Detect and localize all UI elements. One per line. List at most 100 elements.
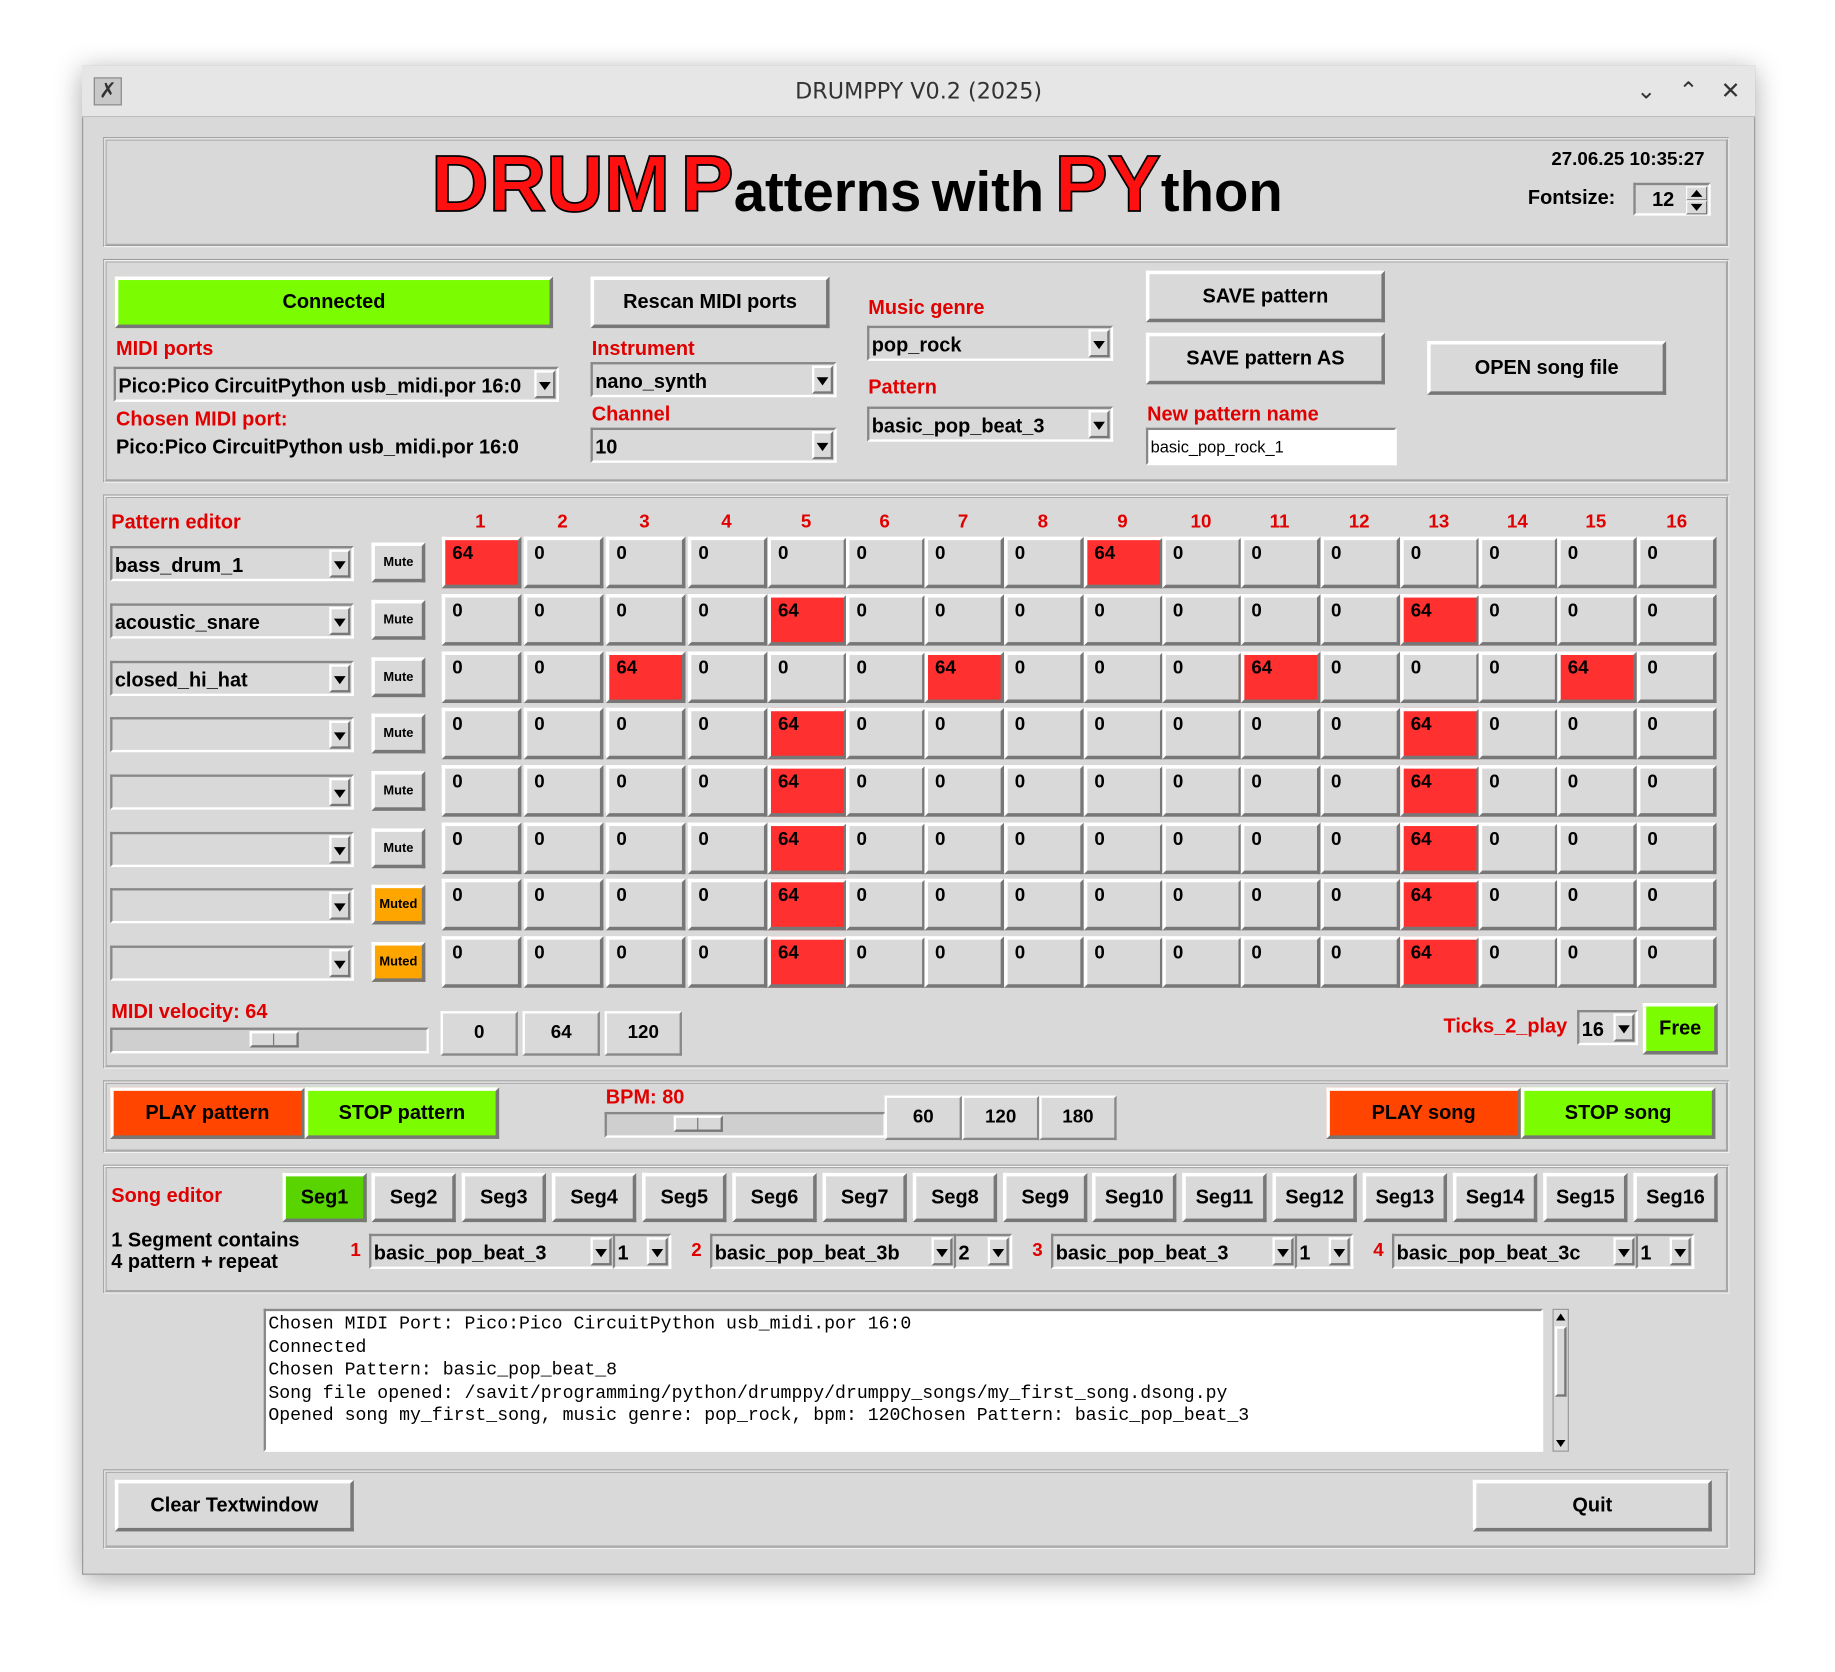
step-cell[interactable]: 64 xyxy=(1400,594,1480,646)
step-cell[interactable]: 0 xyxy=(1478,878,1559,931)
step-cell[interactable]: 0 xyxy=(605,878,686,931)
segment-button-13[interactable]: Seg13 xyxy=(1362,1172,1448,1223)
maximize-icon[interactable]: ⌃ xyxy=(1673,75,1703,105)
step-cell[interactable]: 0 xyxy=(441,936,522,988)
instrument-row-select[interactable]: bass_drum_1 xyxy=(110,546,354,582)
segment-button-11[interactable]: Seg11 xyxy=(1182,1172,1267,1223)
velocity-slider[interactable] xyxy=(110,1027,429,1054)
step-cell[interactable]: 0 xyxy=(687,936,768,988)
segment-button-8[interactable]: Seg8 xyxy=(912,1172,998,1223)
step-cell[interactable]: 0 xyxy=(1320,936,1401,988)
step-cell[interactable]: 64 xyxy=(1240,651,1321,704)
step-cell[interactable]: 0 xyxy=(687,707,768,760)
step-cell[interactable]: 0 xyxy=(605,765,686,817)
scroll-up-icon[interactable] xyxy=(1556,1313,1566,1321)
step-cell[interactable]: 0 xyxy=(1478,707,1559,760)
rescan-midi-button[interactable]: Rescan MIDI ports xyxy=(590,276,830,329)
slot-pattern-select[interactable]: basic_pop_beat_3 xyxy=(1051,1233,1298,1269)
step-cell[interactable]: 0 xyxy=(1636,878,1717,931)
step-cell[interactable]: 64 xyxy=(1400,707,1480,760)
step-cell[interactable]: 0 xyxy=(767,651,848,704)
step-cell[interactable]: 64 xyxy=(767,822,848,875)
step-cell[interactable]: 0 xyxy=(523,707,604,760)
segment-button-3[interactable]: Seg3 xyxy=(461,1172,547,1223)
open-song-button[interactable]: OPEN song file xyxy=(1427,340,1667,395)
step-cell[interactable]: 64 xyxy=(1400,878,1480,931)
step-cell[interactable]: 0 xyxy=(1162,536,1243,589)
quit-button[interactable]: Quit xyxy=(1472,1479,1712,1532)
step-cell[interactable]: 64 xyxy=(441,536,522,589)
step-cell[interactable]: 0 xyxy=(1004,878,1084,931)
connection-status-button[interactable]: Connected xyxy=(114,276,554,329)
chevron-down-icon[interactable] xyxy=(1088,410,1110,439)
step-cell[interactable]: 0 xyxy=(1162,594,1243,646)
step-cell[interactable]: 0 xyxy=(924,822,1005,875)
step-cell[interactable]: 0 xyxy=(924,765,1005,817)
fontsize-spinbox[interactable]: 12 xyxy=(1633,182,1711,216)
slot-pattern-select[interactable]: basic_pop_beat_3b xyxy=(710,1233,957,1269)
step-cell[interactable]: 0 xyxy=(687,594,768,646)
step-cell[interactable]: 64 xyxy=(924,651,1005,704)
step-cell[interactable]: 0 xyxy=(441,651,522,704)
mute-button[interactable]: Mute xyxy=(371,828,426,869)
step-cell[interactable]: 0 xyxy=(1240,765,1321,817)
step-cell[interactable]: 0 xyxy=(1320,594,1401,646)
chevron-down-icon[interactable] xyxy=(329,835,351,864)
step-cell[interactable]: 0 xyxy=(1636,765,1717,817)
step-cell[interactable]: 64 xyxy=(767,707,848,760)
step-cell[interactable]: 0 xyxy=(1162,822,1243,875)
play-pattern-button[interactable]: PLAY pattern xyxy=(110,1087,305,1139)
chevron-down-icon[interactable] xyxy=(329,549,351,578)
step-cell[interactable]: 0 xyxy=(523,651,604,704)
chevron-down-icon[interactable] xyxy=(1613,1237,1635,1266)
step-cell[interactable]: 64 xyxy=(767,878,848,931)
stop-pattern-button[interactable]: STOP pattern xyxy=(304,1087,500,1139)
step-cell[interactable]: 0 xyxy=(1478,936,1559,988)
step-cell[interactable]: 0 xyxy=(1162,878,1243,931)
step-cell[interactable]: 0 xyxy=(1636,594,1717,646)
pattern-select[interactable]: basic_pop_beat_3 xyxy=(867,406,1114,442)
step-cell[interactable]: 64 xyxy=(1400,822,1480,875)
step-cell[interactable]: 0 xyxy=(1004,594,1084,646)
instrument-row-select[interactable] xyxy=(110,945,354,981)
instrument-select[interactable]: nano_synth xyxy=(590,362,837,398)
chevron-down-icon[interactable] xyxy=(1088,329,1110,358)
spin-up-icon[interactable] xyxy=(1686,186,1708,201)
step-cell[interactable]: 0 xyxy=(441,707,522,760)
step-cell[interactable]: 0 xyxy=(924,936,1005,988)
step-cell[interactable]: 0 xyxy=(687,651,768,704)
step-cell[interactable]: 64 xyxy=(1400,936,1480,988)
step-cell[interactable]: 0 xyxy=(1400,536,1480,589)
step-cell[interactable]: 0 xyxy=(1557,936,1637,988)
instrument-row-select[interactable]: closed_hi_hat xyxy=(110,660,354,696)
console-scrollbar[interactable] xyxy=(1552,1308,1569,1452)
mute-button[interactable]: Mute xyxy=(371,713,426,754)
step-cell[interactable]: 0 xyxy=(1636,707,1717,760)
step-cell[interactable]: 0 xyxy=(605,536,686,589)
output-console[interactable]: Chosen MIDI Port: Pico:Pico CircuitPytho… xyxy=(263,1308,1544,1452)
ticks-to-play-select[interactable]: 16 xyxy=(1577,1010,1639,1046)
step-cell[interactable]: 0 xyxy=(924,707,1005,760)
slot-repeat-select[interactable]: 1 xyxy=(612,1233,672,1269)
step-cell[interactable]: 0 xyxy=(1636,822,1717,875)
step-cell[interactable]: 0 xyxy=(441,878,522,931)
instrument-row-select[interactable] xyxy=(110,888,354,924)
chevron-down-icon[interactable] xyxy=(1669,1237,1691,1266)
chevron-down-icon[interactable] xyxy=(1613,1013,1635,1042)
minimize-icon[interactable]: ⌄ xyxy=(1631,75,1661,105)
step-cell[interactable]: 0 xyxy=(1162,765,1243,817)
step-cell[interactable]: 0 xyxy=(523,765,604,817)
step-cell[interactable]: 0 xyxy=(1004,707,1084,760)
chevron-down-icon[interactable] xyxy=(329,720,351,749)
segment-button-7[interactable]: Seg7 xyxy=(822,1172,907,1223)
slot-repeat-select[interactable]: 1 xyxy=(1635,1233,1695,1269)
step-cell[interactable]: 0 xyxy=(687,765,768,817)
step-cell[interactable]: 0 xyxy=(1162,707,1243,760)
instrument-row-select[interactable] xyxy=(110,774,354,810)
step-cell[interactable]: 0 xyxy=(845,536,926,589)
step-cell[interactable]: 0 xyxy=(1478,765,1559,817)
step-cell[interactable]: 0 xyxy=(1400,651,1480,704)
step-cell[interactable]: 0 xyxy=(523,822,604,875)
slot-repeat-select[interactable]: 1 xyxy=(1294,1233,1354,1269)
step-cell[interactable]: 64 xyxy=(1557,651,1637,704)
